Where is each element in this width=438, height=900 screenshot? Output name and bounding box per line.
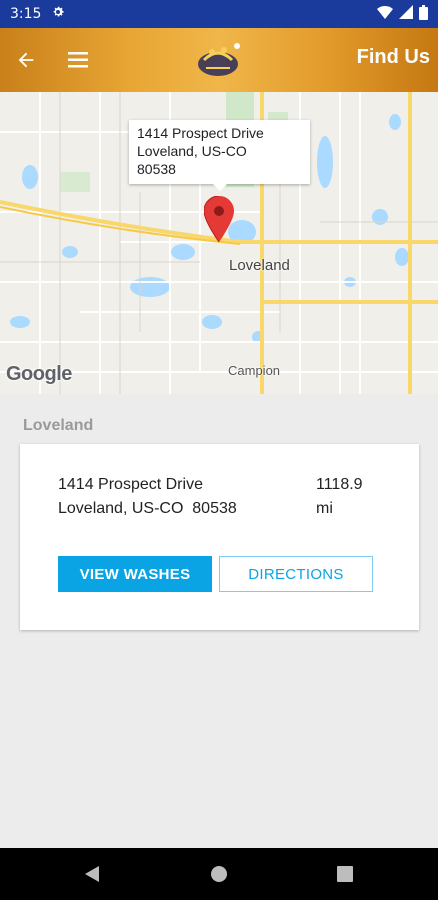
brand-logo <box>196 38 244 82</box>
distance-value: 1118.9 <box>316 476 363 493</box>
location-card: 1414 Prospect Drive Loveland, US-CO 8053… <box>20 444 419 630</box>
location-address: 1414 Prospect Drive Loveland, US-CO 8053… <box>58 473 237 521</box>
info-address-line3: 80538 <box>137 161 176 177</box>
status-bar: 3:15 <box>0 0 438 28</box>
cell-signal-icon <box>399 5 413 23</box>
address-line1: 1414 Prospect Drive <box>58 476 203 493</box>
map-view[interactable]: 1414 Prospect Drive Loveland, US-CO 8053… <box>0 92 438 394</box>
arrow-left-icon[interactable] <box>10 44 42 76</box>
location-distance: 1118.9 mi <box>316 473 386 521</box>
nav-back-icon[interactable] <box>80 862 104 886</box>
app-bar: Find Us <box>0 28 438 92</box>
google-attribution-logo[interactable]: Google <box>6 363 72 386</box>
nav-recents-icon[interactable] <box>333 862 357 886</box>
map-label-city: Loveland <box>229 257 290 274</box>
wifi-icon <box>377 5 393 23</box>
map-pin-icon[interactable] <box>204 196 234 242</box>
view-washes-button[interactable]: VIEW WASHES <box>58 556 212 592</box>
address-line2: Loveland, US-CO 80538 <box>58 500 237 517</box>
nav-home-icon[interactable] <box>207 862 231 886</box>
info-address-line2: Loveland, US-CO <box>137 143 247 159</box>
directions-button[interactable]: DIRECTIONS <box>219 556 373 592</box>
map-info-window[interactable]: 1414 Prospect Drive Loveland, US-CO 8053… <box>129 120 310 191</box>
status-time: 3:15 <box>10 6 42 22</box>
gear-icon <box>51 5 65 23</box>
hamburger-menu-icon[interactable] <box>62 44 94 76</box>
system-navigation-bar <box>0 848 438 900</box>
map-label-town: Campion <box>228 363 281 378</box>
info-address-line1: 1414 Prospect Drive <box>137 125 264 141</box>
battery-icon <box>419 4 428 24</box>
location-section-title: Loveland <box>23 417 94 434</box>
distance-unit: mi <box>316 500 333 517</box>
page-title: Find Us <box>356 46 430 68</box>
